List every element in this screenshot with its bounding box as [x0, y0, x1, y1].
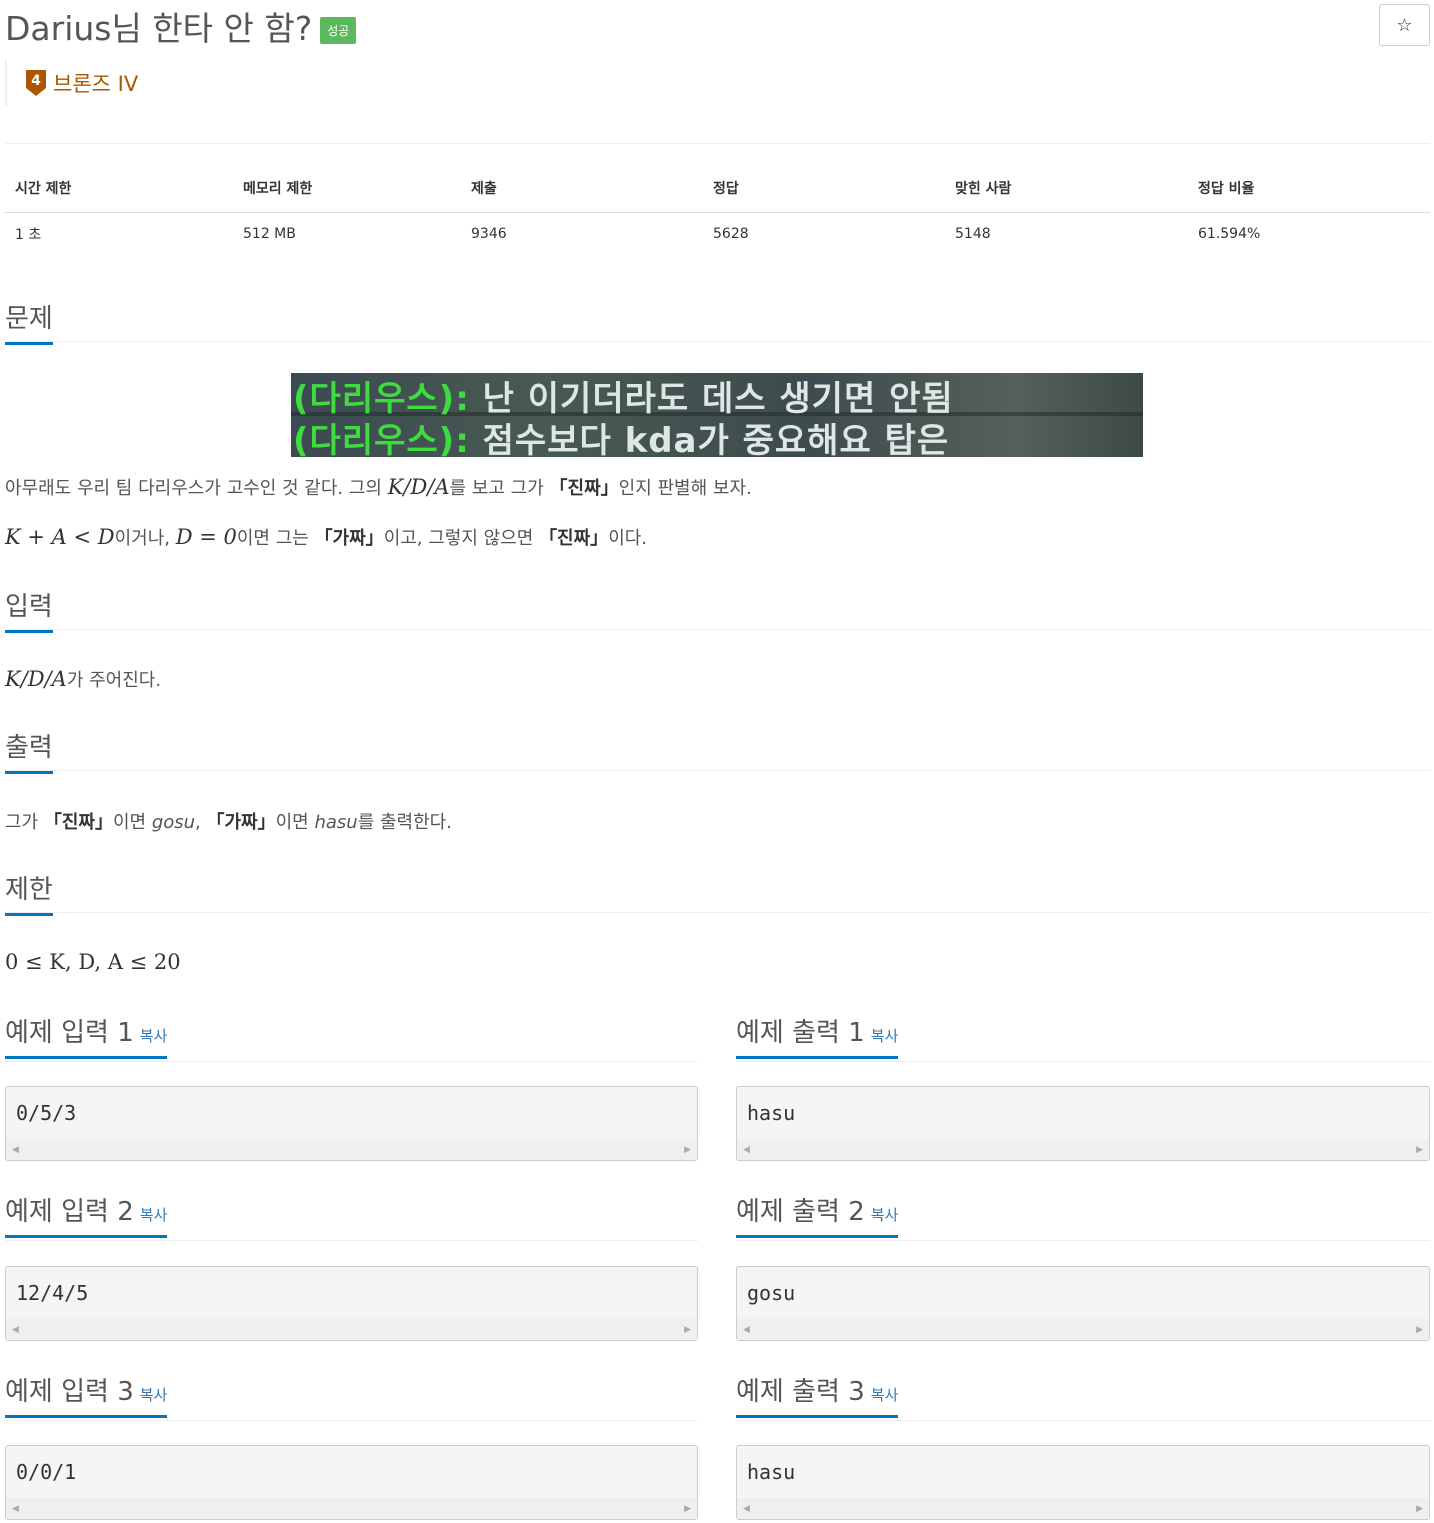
horizontal-scrollbar[interactable]: ◀ ▶ — [6, 1498, 697, 1519]
sample-data: 0/5/3 — [16, 1101, 77, 1125]
header-submissions: 제출 — [461, 165, 703, 213]
sample-output-2-box[interactable]: gosu ◀ ▶ — [736, 1266, 1430, 1341]
chat-name: (다리우스): — [293, 421, 470, 457]
page-title: Darius님 한타 안 함? — [5, 9, 313, 48]
scroll-left-icon: ◀ — [743, 1504, 750, 1514]
sample-output-3-header: 예제 출력 3 복사 — [736, 1371, 1430, 1421]
section-title: 제한 — [5, 869, 53, 916]
horizontal-scrollbar[interactable]: ◀ ▶ — [737, 1139, 1429, 1160]
copy-button[interactable]: 복사 — [871, 1386, 899, 1404]
scroll-left-icon: ◀ — [12, 1145, 19, 1155]
scroll-left-icon: ◀ — [12, 1504, 19, 1514]
section-title: 입력 — [5, 586, 53, 633]
copy-button[interactable]: 복사 — [871, 1027, 899, 1045]
copy-button[interactable]: 복사 — [140, 1206, 168, 1224]
sample-input-2-box[interactable]: 12/4/5 ◀ ▶ — [5, 1266, 698, 1341]
limit-description: 0 ≤ K, D, A ≤ 20 — [5, 950, 181, 974]
header-accepted: 정답 — [703, 165, 945, 213]
output-description: 그가 「진짜」이면 gosu, 「가짜」이면 hasu를 출력한다. — [5, 812, 452, 833]
sample-data: 0/0/1 — [16, 1460, 77, 1484]
scroll-right-icon: ▶ — [1416, 1325, 1423, 1335]
sample-data: 12/4/5 — [16, 1281, 89, 1305]
title-row: Darius님 한타 안 함? 성공 — [5, 0, 357, 52]
sample-input-3-header: 예제 입력 3 복사 — [5, 1371, 698, 1421]
ratio-value: 61.594% — [1198, 226, 1261, 243]
scroll-right-icon: ▶ — [684, 1504, 691, 1514]
problem-image: (다리우스): 난 이기더라도 데스 생기면 안됨 (다리우스): 점수보다 k… — [291, 373, 1143, 457]
math-kda: K/D/A — [387, 475, 450, 499]
scroll-right-icon: ▶ — [684, 1145, 691, 1155]
problem-paragraph-2: K + A < D이거나, D = 0이면 그는 「가짜」이고, 그렇지 않으면… — [5, 525, 648, 549]
header-memory-limit: 메모리 제한 — [233, 165, 461, 213]
sample-output-3-box[interactable]: hasu ◀ ▶ — [736, 1445, 1430, 1520]
bronze-tier-icon: 4 — [26, 70, 46, 96]
header-time-limit: 시간 제한 — [5, 165, 233, 213]
star-icon: ☆ — [1396, 14, 1413, 36]
sample-input-1-box[interactable]: 0/5/3 ◀ ▶ — [5, 1086, 698, 1161]
horizontal-scrollbar[interactable]: ◀ ▶ — [6, 1139, 697, 1160]
copy-button[interactable]: 복사 — [140, 1386, 168, 1404]
sample-input-1-header: 예제 입력 1 복사 — [5, 1012, 698, 1062]
horizontal-scrollbar[interactable]: ◀ ▶ — [737, 1319, 1429, 1340]
limit-section-header: 제한 — [5, 869, 1430, 916]
header-ratio: 정답 비율 — [1188, 165, 1430, 213]
scroll-right-icon: ▶ — [1416, 1145, 1423, 1155]
math-d-zero: D = 0 — [175, 525, 237, 549]
divider — [5, 143, 1430, 144]
scroll-left-icon: ◀ — [743, 1325, 750, 1335]
sample-data: gosu — [747, 1281, 796, 1305]
tier-number: 4 — [31, 73, 41, 89]
input-section-header: 입력 — [5, 586, 1430, 633]
problem-info-table: 시간 제한 메모리 제한 제출 정답 맞힌 사람 정답 비율 1 초 512 M… — [5, 165, 1430, 256]
horizontal-scrollbar[interactable]: ◀ ▶ — [737, 1498, 1429, 1519]
horizontal-scrollbar[interactable]: ◀ ▶ — [6, 1319, 697, 1340]
chat-message: 점수보다 kda가 중요해요 탑은 — [482, 421, 950, 457]
copy-button[interactable]: 복사 — [871, 1206, 899, 1224]
problem-paragraph-1: 아무래도 우리 팀 다리우스가 고수인 것 같다. 그의 K/D/A를 보고 그… — [5, 475, 752, 499]
copy-button[interactable]: 복사 — [140, 1027, 168, 1045]
scroll-right-icon: ▶ — [684, 1325, 691, 1335]
scroll-left-icon: ◀ — [12, 1325, 19, 1335]
sample-input-2-header: 예제 입력 2 복사 — [5, 1191, 698, 1241]
tier-label-row: 4 브론즈 IV — [5, 60, 138, 106]
solvers-value[interactable]: 5148 — [945, 212, 1188, 256]
scroll-right-icon: ▶ — [1416, 1504, 1423, 1514]
sample-input-3-box[interactable]: 0/0/1 ◀ ▶ — [5, 1445, 698, 1520]
submissions-value[interactable]: 9346 — [461, 212, 703, 256]
sample-output-2-header: 예제 출력 2 복사 — [736, 1191, 1430, 1241]
tier-name[interactable]: 브론즈 IV — [53, 68, 138, 98]
scroll-left-icon: ◀ — [743, 1145, 750, 1155]
sample-output-1-box[interactable]: hasu ◀ ▶ — [736, 1086, 1430, 1161]
sample-data: hasu — [747, 1101, 796, 1125]
favorite-star-button[interactable]: ☆ — [1379, 4, 1430, 46]
sample-output-1-header: 예제 출력 1 복사 — [736, 1012, 1430, 1062]
status-badge: 성공 — [320, 16, 357, 44]
table-row: 1 초 512 MB 9346 5628 5148 61.594% — [5, 212, 1430, 256]
section-title: 출력 — [5, 727, 53, 774]
output-section-header: 출력 — [5, 727, 1430, 774]
sample-data: hasu — [747, 1460, 796, 1484]
problem-section-header: 문제 — [5, 298, 1430, 345]
header-solvers: 맞힌 사람 — [945, 165, 1188, 213]
time-limit-value: 1 초 — [15, 227, 42, 244]
accepted-value[interactable]: 5628 — [703, 212, 945, 256]
memory-limit-value: 512 MB — [243, 226, 296, 243]
section-title: 문제 — [5, 298, 53, 345]
math-condition: K + A < D — [5, 525, 115, 549]
input-description: K/D/A가 주어진다. — [5, 667, 162, 691]
